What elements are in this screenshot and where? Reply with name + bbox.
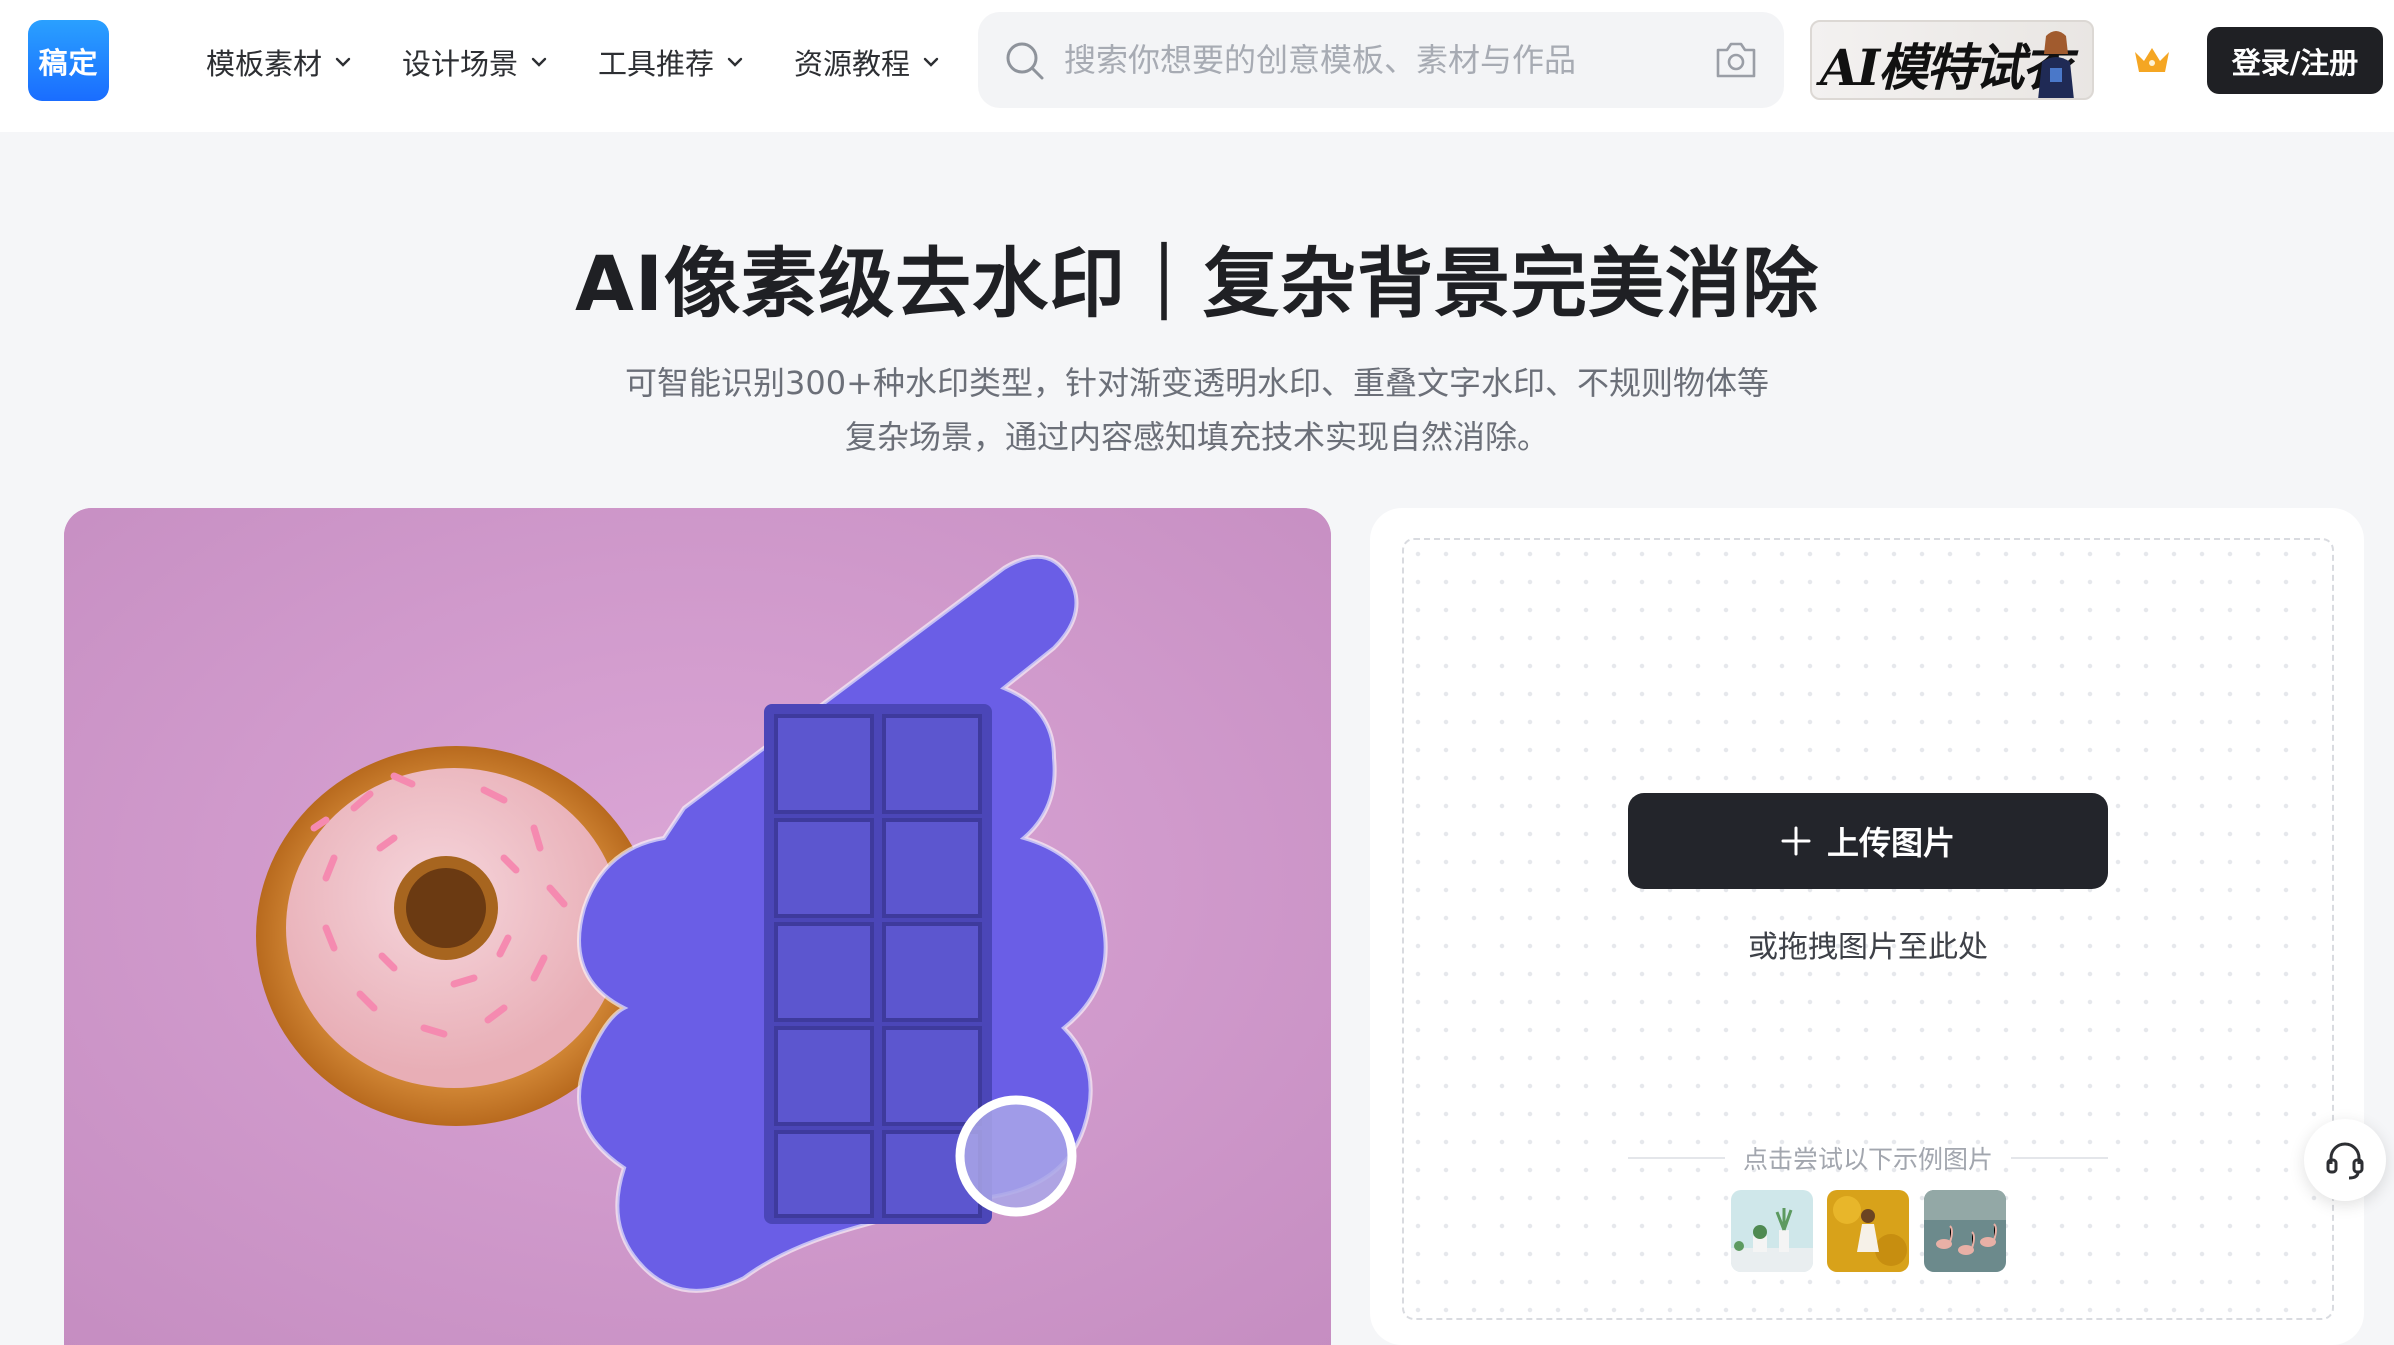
ai-model-fitting-banner[interactable]: AI模特试衣	[1810, 20, 2094, 100]
nav-tools[interactable]: 工具推荐	[598, 40, 746, 84]
login-register-button[interactable]: 登录/注册	[2207, 27, 2383, 94]
nav-templates[interactable]: 模板素材	[206, 40, 354, 84]
nav-label: 资源教程	[794, 47, 911, 81]
sample-divider: 点击尝试以下示例图片	[1628, 1138, 2109, 1178]
demo-image	[64, 508, 1331, 1345]
search-bar	[978, 12, 1784, 108]
brush-cursor	[955, 1095, 1077, 1217]
drag-hint: 或拖拽图片至此处	[1748, 930, 1988, 965]
hero-description-line1: 可智能识别300+种水印类型，针对渐变透明水印、重叠文字水印、不规则物体等	[625, 364, 1769, 402]
nav-tutorials[interactable]: 资源教程	[794, 40, 942, 84]
watermark-removal-demo	[64, 508, 1331, 1345]
page-title: AI像素级去水印｜复杂背景完美消除	[574, 239, 1820, 328]
camera-icon[interactable]	[1714, 40, 1758, 80]
nav-label: 模板素材	[206, 47, 323, 81]
upload-button-label: 上传图片	[1826, 824, 1955, 862]
plus-icon	[1781, 826, 1811, 856]
crown-icon[interactable]	[2132, 44, 2172, 76]
sample-image-plants	[1731, 1190, 1813, 1272]
chevron-down-icon	[727, 57, 743, 67]
sample-image-flamingos	[1924, 1190, 2006, 1272]
search-input[interactable]	[1064, 34, 1664, 86]
divider-line	[1628, 1157, 1725, 1159]
logo[interactable]: 稿定	[28, 20, 109, 101]
sample-image-girl-flowers	[1827, 1190, 1909, 1272]
nav-scenes[interactable]: 设计场景	[402, 40, 550, 84]
search-icon[interactable]	[1004, 40, 1046, 82]
logo-text: 稿定	[38, 45, 99, 80]
login-label: 登录/注册	[2231, 45, 2359, 80]
hero-description-line2: 复杂场景，通过内容感知填充技术实现自然消除。	[844, 418, 1549, 456]
sample-hint: 点击尝试以下示例图片	[1743, 1145, 1994, 1174]
upload-image-button[interactable]: 上传图片	[1628, 793, 2108, 889]
divider-line	[2011, 1157, 2109, 1159]
nav-label: 工具推荐	[598, 47, 715, 81]
top-header: 稿定 模板素材 设计场景 工具推荐 资源教程 AI模特试衣	[0, 0, 2394, 132]
headset-icon	[2326, 1142, 2364, 1180]
customer-support-button[interactable]	[2304, 1119, 2386, 1201]
nav-label: 设计场景	[402, 47, 519, 81]
chevron-down-icon	[923, 57, 939, 67]
sample-thumbnail-girl-flowers[interactable]	[1827, 1190, 1909, 1272]
sample-thumbnail-flamingos[interactable]	[1924, 1190, 2006, 1272]
sample-thumbnail-plants[interactable]	[1731, 1190, 1813, 1272]
model-person-icon	[2038, 31, 2074, 98]
chevron-down-icon	[531, 57, 547, 67]
chevron-down-icon	[335, 57, 351, 67]
